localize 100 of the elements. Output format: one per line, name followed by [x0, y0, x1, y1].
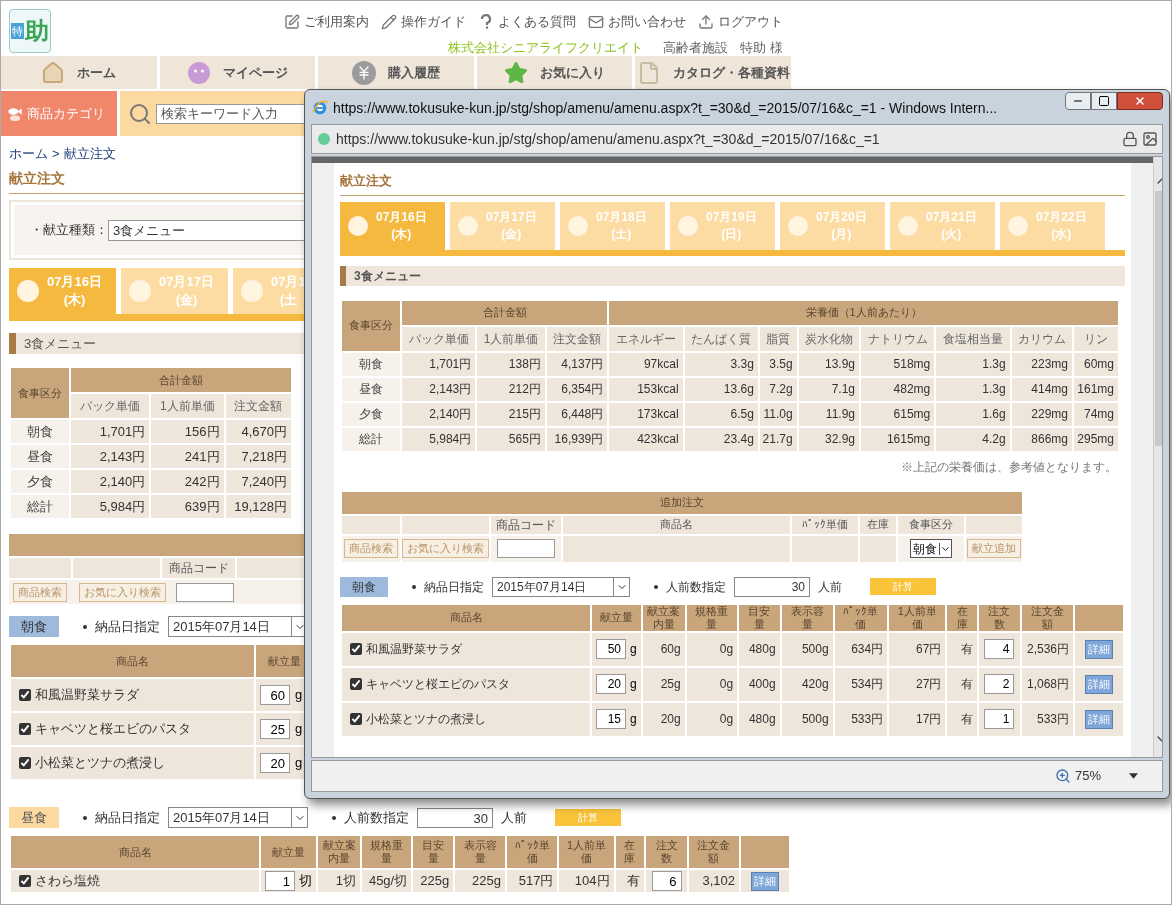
address-text: https://www.tokusuke-kun.jp/stg/shop/amenu/amenu.aspx?t_=30&d_=2015/07/16&c_=1 [336, 129, 881, 149]
unit-label: g [630, 641, 637, 658]
meal-badge: 朝食 [9, 616, 59, 637]
note-text: ※上記の栄養価は、参考値となります。 [900, 458, 1118, 476]
column-header: 食事区分 [10, 367, 70, 419]
row-header: 夕食 [10, 469, 70, 494]
unit-label: g [295, 720, 303, 739]
column-header: 在庫 [946, 603, 978, 632]
table-cell: 27円 [888, 666, 947, 702]
column-header: ﾊﾟｯｸ単価 [833, 603, 889, 632]
unit-label: 人前 [818, 578, 842, 596]
column-header: 食塩相当量 [935, 325, 1011, 352]
breadcrumb-current: 献立注文 [63, 145, 116, 164]
window-title: https://www.tokusuke-kun.jp/stg/shop/amenu/amenu.aspx?t_=30&d_=2015/07/16&c_=1 - Windows Intern... [333, 98, 999, 118]
table-cell: 480g [738, 701, 781, 737]
column-header: 注文金額 [687, 835, 740, 869]
column-header: たんぱく質 [683, 325, 759, 352]
facility-label: 高齢者施設 [663, 38, 729, 57]
column-header: 献立量 [591, 603, 642, 632]
item-name: キャベツと桜エビのパスタ [341, 666, 591, 702]
table-cell: 2,536円 [1020, 631, 1074, 667]
table-cell: 67円 [888, 631, 947, 667]
column-header: 商品名 [10, 644, 255, 678]
column-header: 献立案内量 [641, 603, 686, 632]
table-cell: 534円 [833, 666, 889, 702]
row-header: 総計 [341, 426, 401, 452]
meal-badge: 朝食 [340, 576, 388, 597]
field-label: 納品日指定 [95, 617, 160, 636]
table-cell: 17円 [888, 701, 947, 737]
column-header: 在庫 [614, 835, 646, 869]
column-header: 商品名 [341, 603, 591, 632]
table-cell: 1,701円 [70, 419, 151, 444]
item-name: キャベツと桜エビのパスタ [10, 712, 255, 746]
column-header: 栄養価（1人前あたり） [608, 299, 1119, 326]
column-header: 1人前単価 [476, 325, 546, 352]
column-header: 合計金額 [70, 367, 292, 393]
row-header: 昼食 [341, 376, 401, 402]
column-header: 注文金額 [1020, 603, 1074, 632]
unit-label: 切 [299, 872, 312, 891]
column-header: 食事区分 [341, 299, 401, 352]
column-header: 注文数 [645, 835, 688, 869]
column-header: 表示容量 [780, 603, 834, 632]
column-header: 献立案内量 [317, 835, 361, 869]
table-title: 追加注文 [341, 490, 1023, 515]
table-cell: 0g [685, 631, 739, 667]
column-header: 合計金額 [401, 299, 609, 326]
table-cell: 533円 [833, 701, 889, 737]
column-header: 1人前単価 [150, 393, 225, 419]
table-cell: 420g [780, 666, 834, 702]
column-header: エネルギー [608, 325, 684, 352]
page-heading: 献立注文 [340, 163, 1125, 196]
unit-label: g [295, 754, 303, 773]
row-header: 朝食 [341, 351, 401, 377]
table-cell: 0g [685, 666, 739, 702]
item-name: さわら塩焼 [10, 869, 260, 893]
section-title: 3食メニュー [340, 265, 1125, 286]
row-header: 夕食 [341, 401, 401, 427]
field-label: 人前数指定 [344, 808, 409, 827]
unit-label: g [295, 686, 303, 705]
row-header: 朝食 [10, 419, 70, 444]
unit-label: g [630, 676, 637, 693]
column-header: 表示容量 [454, 835, 506, 869]
item-name: 和風温野菜サラダ [341, 631, 591, 667]
column-header: 注文金額 [224, 393, 292, 419]
table-cell: 0g [685, 701, 739, 737]
table-cell: 2,140円 [70, 469, 151, 494]
column-header: ﾊﾟｯｸ単価 [505, 835, 559, 869]
row-header: 昼食 [10, 444, 70, 469]
column-header: 注文数 [977, 603, 1021, 632]
column-header: 商品コード [161, 558, 236, 578]
breadcrumb-separator: > [52, 145, 60, 164]
column-header: 献立量 [260, 835, 317, 869]
unit-label: g [630, 711, 637, 728]
column-header: 規格重量 [361, 835, 413, 869]
table-cell: 500g [780, 701, 834, 737]
field-label: 納品日指定 [95, 808, 160, 827]
column-header: パック単価 [401, 325, 477, 352]
user-name: 特助 様 [740, 38, 783, 57]
column-header: 目安量 [412, 835, 455, 869]
column-header: 規格重量 [685, 603, 739, 632]
table-cell: 480g [738, 631, 781, 667]
item-name: 小松菜とツナの煮浸し [341, 701, 591, 737]
table-cell: 400g [738, 666, 781, 702]
field-label: 納品日指定 [424, 578, 484, 596]
table-cell: 60g [641, 631, 686, 667]
table-cell: 634円 [833, 631, 889, 667]
meal-badge: 昼食 [9, 807, 59, 828]
column-header: 1人前単価 [558, 835, 615, 869]
table-cell: 25g [641, 666, 686, 702]
zoom-level: 75% [1074, 767, 1101, 786]
table-cell: 5,984円 [70, 494, 151, 519]
item-name: 小松菜とツナの煮浸し [10, 746, 255, 780]
unit-label: 人前 [501, 808, 527, 827]
row-header: 総計 [10, 494, 70, 519]
table-cell: 533円 [1020, 701, 1074, 737]
company-name: 株式会社シニアライフクリエイト [448, 38, 644, 57]
table-cell: 1,068円 [1020, 666, 1074, 702]
field-label: 人前数指定 [666, 578, 726, 596]
field-label: ・献立種類： [30, 221, 108, 240]
column-header: ナトリウム [860, 325, 936, 352]
